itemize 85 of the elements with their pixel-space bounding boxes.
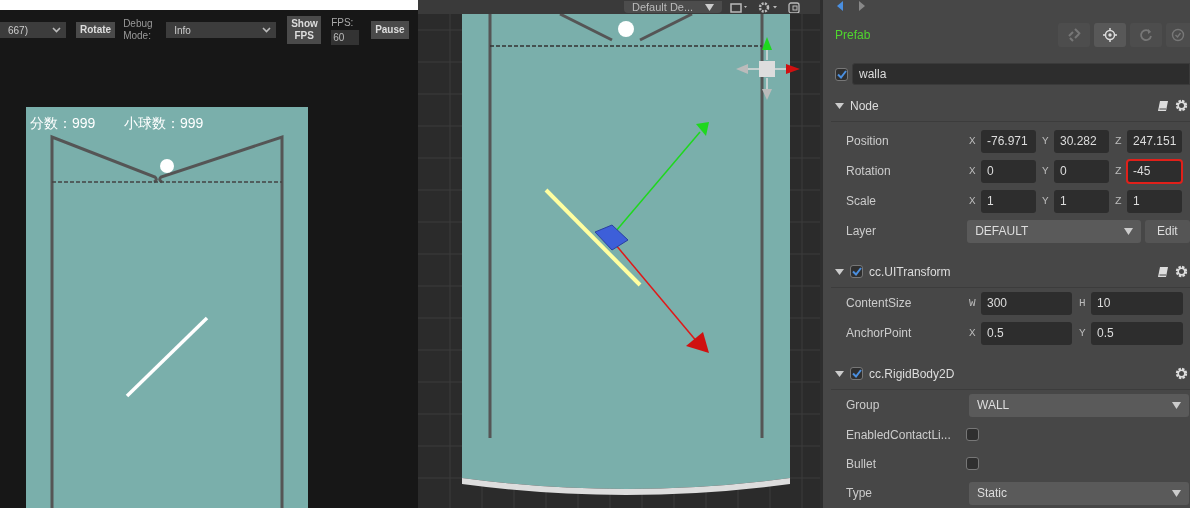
- number-field[interactable]: 10: [1091, 291, 1183, 315]
- debug-mode-label: Debug Mode:: [123, 18, 154, 42]
- axis-label: Z: [1115, 133, 1123, 149]
- axis-label: Y: [1042, 193, 1050, 209]
- node-checkbox[interactable]: [835, 67, 848, 81]
- property-label: Group: [846, 397, 881, 414]
- camera-icon[interactable]: [730, 1, 750, 13]
- axis-label: Y: [1079, 325, 1087, 341]
- book-icon[interactable]: [1157, 99, 1169, 112]
- show-fps-button[interactable]: Show FPS: [287, 16, 322, 44]
- property-label: Bullet: [846, 455, 878, 473]
- property-label: EnabledContactLi...: [846, 426, 952, 444]
- refresh-icon: [1139, 28, 1153, 42]
- check-circle-icon: [1171, 28, 1185, 42]
- property-label: AnchorPoint: [846, 325, 913, 342]
- settings-icon[interactable]: [758, 1, 780, 13]
- fps-label: FPS:: [331, 16, 355, 30]
- property-label: ContentSize: [846, 295, 913, 312]
- book-icon[interactable]: [1157, 265, 1169, 278]
- axis-label: X: [969, 133, 977, 149]
- number-field[interactable]: 0: [1054, 159, 1109, 183]
- property-label: Position: [846, 133, 890, 150]
- axis-label: X: [969, 193, 977, 209]
- number-field[interactable]: -45: [1127, 159, 1182, 183]
- settings-icon[interactable]: [1175, 367, 1188, 380]
- prefab-title: Prefab: [834, 27, 871, 44]
- expand-icon[interactable]: [835, 268, 844, 275]
- component-title: cc.RigidBody2D: [869, 365, 956, 383]
- number-field[interactable]: 1: [1054, 189, 1109, 213]
- forward-icon[interactable]: [859, 1, 865, 11]
- number-field[interactable]: 0: [981, 159, 1036, 183]
- score-label: 分数：999: [30, 114, 96, 133]
- edit-button[interactable]: Edit: [1144, 219, 1190, 243]
- number-field[interactable]: 247.151: [1127, 129, 1182, 153]
- number-field[interactable]: 1: [981, 189, 1036, 213]
- rotate-button[interactable]: Rotate: [76, 22, 116, 38]
- property-label: Layer: [846, 223, 878, 240]
- layout-icon[interactable]: [788, 1, 800, 13]
- fps-field[interactable]: 60: [331, 30, 360, 45]
- caret-icon: [705, 4, 714, 12]
- settings-icon[interactable]: [1175, 99, 1188, 112]
- caret-icon: [1123, 227, 1133, 235]
- axis-label: Y: [1042, 163, 1050, 179]
- dropdown-select[interactable]: DEFAULT: [967, 219, 1141, 243]
- pause-button[interactable]: Pause: [371, 21, 409, 39]
- property-label: Scale: [846, 193, 878, 210]
- axis-label: X: [969, 163, 977, 179]
- number-field[interactable]: -76.971: [981, 129, 1036, 153]
- caret-icon: [1172, 401, 1181, 409]
- back-icon[interactable]: [837, 1, 843, 11]
- resolution-select[interactable]: 667): [0, 22, 66, 38]
- checkbox[interactable]: [966, 457, 979, 470]
- number-field[interactable]: 30.282: [1054, 129, 1109, 153]
- checkbox[interactable]: [966, 428, 979, 441]
- locate-button[interactable]: [1094, 23, 1126, 47]
- axis-label: W: [969, 295, 977, 311]
- component-title: Node: [850, 97, 880, 115]
- number-field[interactable]: 1: [1127, 189, 1182, 213]
- axis-label: X: [969, 325, 977, 341]
- number-field[interactable]: 0.5: [981, 321, 1072, 345]
- number-field[interactable]: 300: [981, 291, 1072, 315]
- caret-icon: [262, 27, 272, 33]
- property-label: Type: [846, 485, 873, 502]
- component-title: cc.UITransform: [869, 263, 952, 281]
- link-icon: [1067, 28, 1081, 42]
- caret-icon: [1172, 489, 1181, 497]
- component-checkbox[interactable]: [850, 265, 863, 278]
- axis-label: Y: [1042, 133, 1050, 149]
- node-name-field[interactable]: walla: [852, 63, 1190, 85]
- ball-count-label: 小球数：999: [124, 114, 204, 133]
- dropdown-select[interactable]: WALL: [969, 393, 1189, 417]
- caret-icon: [52, 27, 61, 33]
- expand-icon[interactable]: [835, 102, 844, 109]
- component-checkbox[interactable]: [850, 367, 863, 380]
- expand-icon[interactable]: [835, 370, 844, 377]
- debug-mode-select[interactable]: Info: [166, 22, 277, 38]
- axis-label: Z: [1115, 163, 1123, 179]
- property-label: Rotation: [846, 163, 892, 180]
- settings-icon[interactable]: [1175, 265, 1188, 278]
- number-field[interactable]: 0.5: [1091, 321, 1183, 345]
- camera-select[interactable]: Default De...: [624, 1, 722, 13]
- target-icon: [1103, 28, 1117, 42]
- axis-label: H: [1079, 295, 1087, 311]
- dropdown-select[interactable]: Static: [969, 481, 1189, 505]
- axis-label: Z: [1115, 193, 1123, 209]
